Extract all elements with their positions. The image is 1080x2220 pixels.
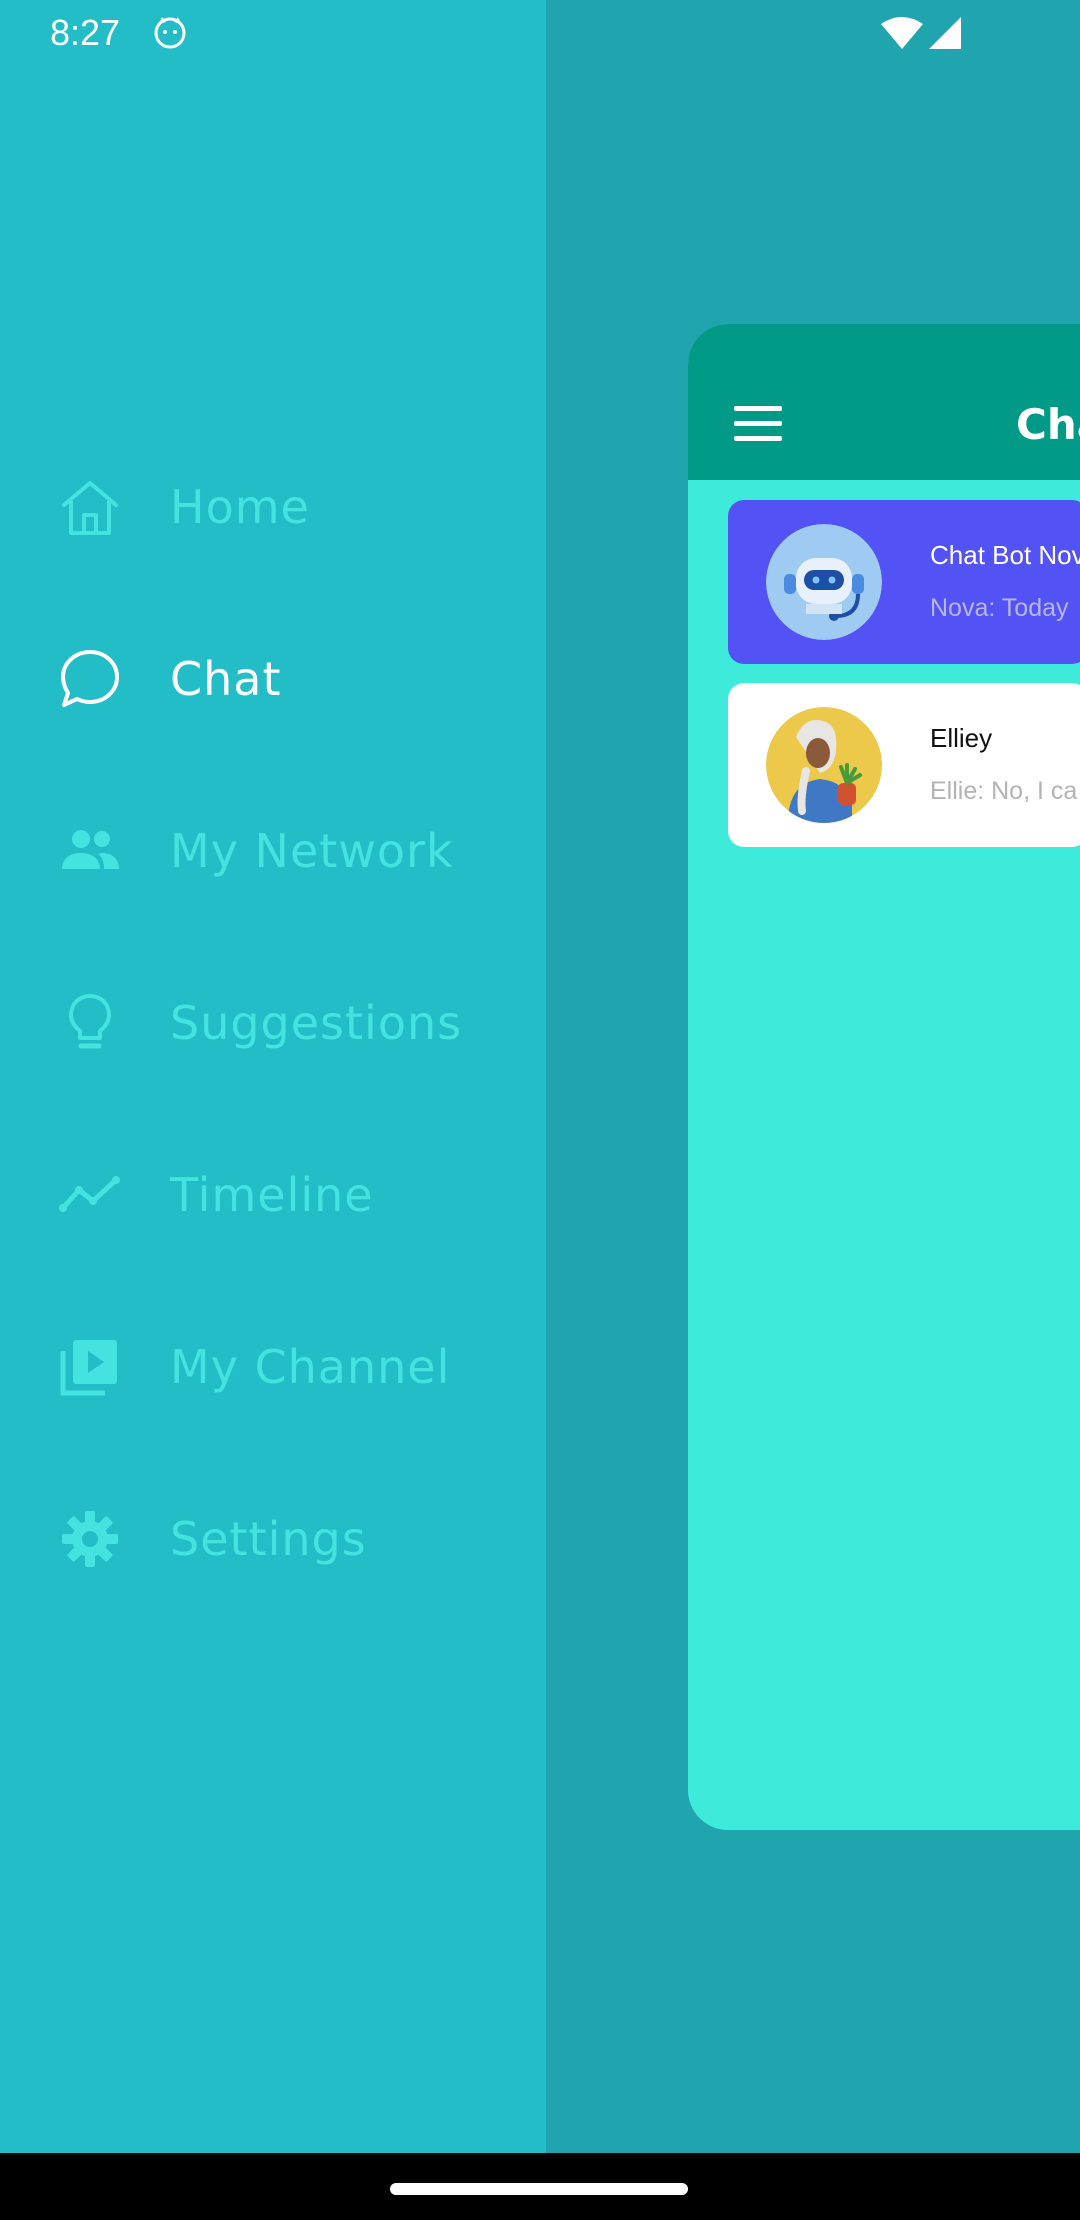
home-gesture-handle[interactable] — [390, 2183, 688, 2195]
lightbulb-icon — [56, 989, 124, 1057]
chat-name: Elliey — [930, 723, 993, 753]
chat-header: Cha — [688, 324, 1080, 480]
chat-item-bot[interactable]: Chat Bot Nov Nova: Today — [728, 500, 1080, 664]
timeline-icon — [56, 1161, 124, 1229]
status-time: 8:27 — [50, 12, 121, 53]
gear-icon — [56, 1505, 124, 1573]
chat-preview: Nova: Today — [930, 594, 1069, 622]
menu-label-suggestions: Suggestions — [170, 996, 463, 1050]
menu-item-suggestions[interactable]: Suggestions — [0, 963, 546, 1083]
home-icon — [56, 473, 124, 541]
video-library-icon — [56, 1333, 124, 1401]
menu-label-settings: Settings — [170, 1512, 367, 1566]
chat-panel: Cha Chat Bot Nov Nova: Today — [688, 324, 1080, 1830]
menu-item-settings[interactable]: Settings — [0, 1479, 546, 1599]
status-bar: 8:27 — [0, 0, 1080, 66]
notification-cat-icon — [154, 17, 186, 49]
menu-label-timeline: Timeline — [170, 1168, 374, 1222]
page-title: Cha — [1016, 400, 1080, 449]
menu-label-my-network: My Network — [170, 824, 454, 878]
people-icon — [56, 817, 124, 885]
menu-label-my-channel: My Channel — [170, 1340, 451, 1394]
chat-item-user[interactable]: Elliey Ellie: No, I ca — [728, 683, 1080, 847]
robot-avatar — [766, 524, 882, 640]
menu-item-chat[interactable]: Chat — [0, 619, 546, 739]
menu-item-my-channel[interactable]: My Channel — [0, 1307, 546, 1427]
wifi-icon — [881, 17, 923, 49]
system-nav-bar — [0, 2153, 1080, 2220]
hamburger-menu-icon[interactable] — [734, 406, 782, 442]
menu-label-home: Home — [170, 480, 310, 534]
menu-label-chat: Chat — [170, 652, 282, 706]
menu-item-my-network[interactable]: My Network — [0, 791, 546, 911]
chat-preview: Ellie: No, I ca — [930, 777, 1078, 805]
menu-item-timeline[interactable]: Timeline — [0, 1135, 546, 1255]
person-avatar — [766, 707, 882, 823]
chat-name: Chat Bot Nov — [930, 540, 1080, 570]
chat-bubble-icon — [56, 645, 124, 713]
menu-item-home[interactable]: Home — [0, 447, 546, 567]
cell-signal-icon — [929, 17, 961, 49]
